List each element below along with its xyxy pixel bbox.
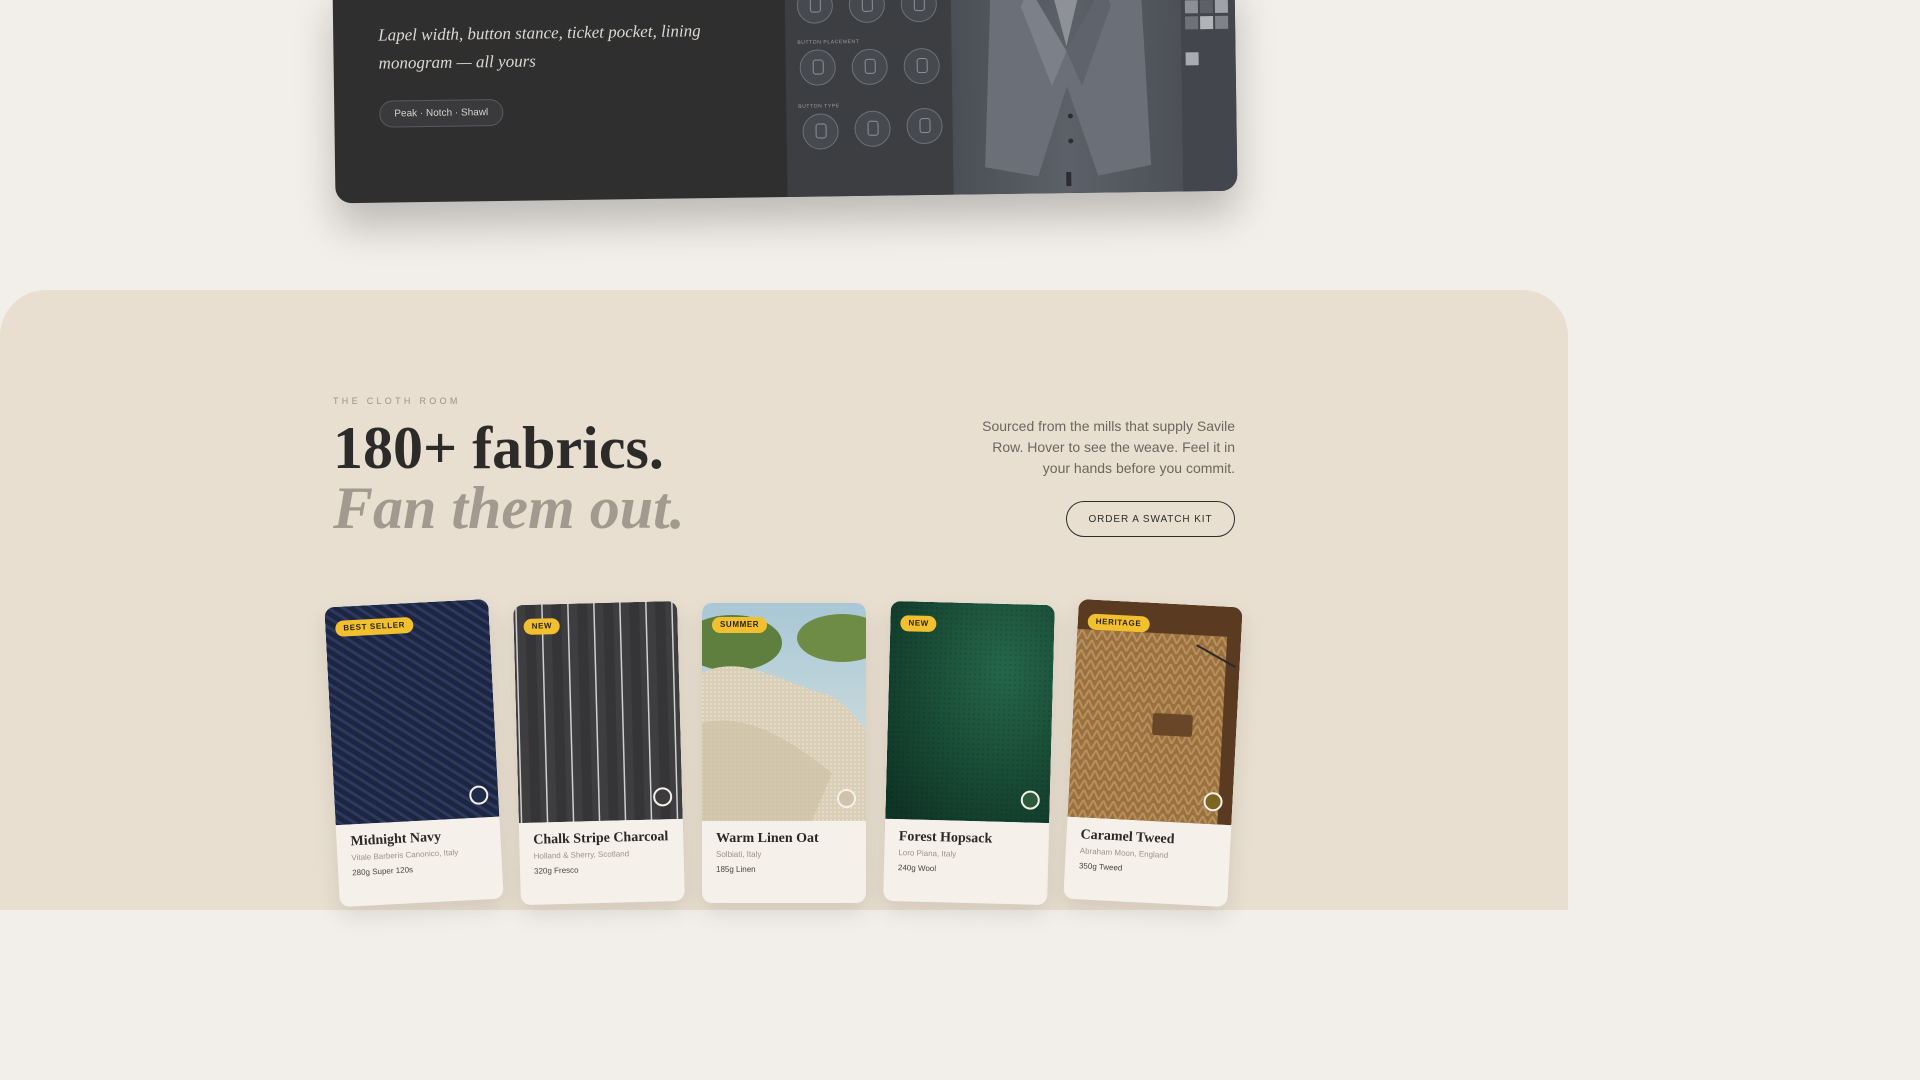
fabric-swatch-grid <box>1180 0 1238 192</box>
section-intro: Sourced from the mills that supply Savil… <box>982 418 1235 476</box>
button-placement-option[interactable] <box>799 49 836 86</box>
fabric-color-dot[interactable] <box>837 789 856 808</box>
fabric-card-midnight-navy[interactable]: BEST SELLER Midnight Navy Vitale Barberi… <box>324 598 504 908</box>
lapel-option-shawl[interactable] <box>900 0 938 23</box>
fabric-card-caramel-tweed[interactable]: HERITAGE Caramel Tweed Abraham Moon, Eng… <box>1063 598 1243 908</box>
fabric-info: Midnight Navy Vitale Barberis Canonico, … <box>336 817 503 888</box>
button-icon <box>815 123 827 139</box>
fabric-badge: SUMMER <box>712 617 768 633</box>
button-type-option[interactable] <box>854 110 891 148</box>
button-icon <box>867 120 879 136</box>
fabric-mill: Holland & Sherry, Scotland <box>533 849 630 861</box>
fabric-weight: 240g Wool <box>897 863 937 874</box>
fabric-mill: Loro Piana, Italy <box>898 848 957 859</box>
fabric-info: Chalk Stripe Charcoal Holland & Sherry, … <box>519 819 685 886</box>
tweed-photo <box>1067 598 1243 826</box>
mini-swatch[interactable] <box>1185 52 1199 66</box>
fabric-info: Caramel Tweed Abraham Moon, England 350g… <box>1064 817 1231 888</box>
linen-photo <box>702 603 866 821</box>
button-placement-icon <box>916 58 928 74</box>
mini-swatch[interactable] <box>1185 16 1199 30</box>
fabric-badge: NEW <box>900 615 938 633</box>
lapel-icon <box>809 0 821 13</box>
button-placement-option[interactable] <box>851 48 888 86</box>
mini-swatch[interactable] <box>1200 16 1214 30</box>
fabric-photo <box>1067 598 1243 826</box>
fabric-mill: Solbiati, Italy <box>716 850 762 859</box>
mini-swatch[interactable] <box>1214 0 1228 13</box>
button-type-label: BUTTON TYPE <box>798 103 840 110</box>
button-placement-label: BUTTON PLACEMENT <box>797 38 860 46</box>
suit-configurator-card: Lapel width, button stance, ticket pocke… <box>332 0 1238 204</box>
fabric-card-warm-linen-oat[interactable]: SUMMER Warm Linen Oat Solbiati, Italy 18… <box>702 603 866 903</box>
button-icon <box>919 117 931 134</box>
fabric-name: Forest Hopsack <box>898 829 993 847</box>
lapel-option-peak[interactable] <box>796 0 834 24</box>
fabric-weight: 350g Tweed <box>1078 861 1123 873</box>
fabric-info: Forest Hopsack Loro Piana, Italy 240g Wo… <box>884 819 1050 886</box>
button-type-option[interactable] <box>802 113 839 150</box>
fabric-card-chalk-stripe-charcoal[interactable]: NEW Chalk Stripe Charcoal Holland & Sher… <box>513 600 685 906</box>
fabric-name: Warm Linen Oat <box>716 831 819 846</box>
mini-swatch[interactable] <box>1215 15 1229 29</box>
jacket-illustration <box>985 0 1152 187</box>
order-swatch-kit-button[interactable]: ORDER A SWATCH KIT <box>1066 501 1235 537</box>
lapel-option-notch[interactable] <box>848 0 886 24</box>
fabric-badge: HERITAGE <box>1087 613 1150 633</box>
lapel-icon <box>913 0 925 12</box>
mini-swatch[interactable] <box>1199 0 1213 14</box>
configurator-copy: Lapel width, button stance, ticket pocke… <box>333 0 788 203</box>
fabric-info: Warm Linen Oat Solbiati, Italy 185g Line… <box>702 821 866 884</box>
lapel-icon <box>861 0 873 12</box>
fabric-weight: 280g Super 120s <box>351 865 414 878</box>
fabric-badge: NEW <box>523 617 561 635</box>
lapel-style-pill[interactable]: Peak · Notch · Shawl <box>379 98 504 128</box>
fabric-photo <box>702 603 866 821</box>
fabric-weight: 320g Fresco <box>533 865 579 876</box>
options-panel: BUTTON PLACEMENT BUTTON TYPE <box>784 0 954 197</box>
suit-preview <box>950 0 1184 195</box>
section-headline-italic: Fan them out. <box>333 475 685 541</box>
fabric-card-forest-hopsack[interactable]: NEW Forest Hopsack Loro Piana, Italy 240… <box>883 600 1055 906</box>
configurator-tagline: Lapel width, button stance, ticket pocke… <box>378 21 701 73</box>
fabric-weight: 185g Linen <box>716 865 756 874</box>
button-type-option[interactable] <box>906 107 943 145</box>
button-placement-option[interactable] <box>903 47 940 85</box>
mini-swatch[interactable] <box>1184 0 1198 14</box>
fabric-name: Chalk Stripe Charcoal <box>533 829 669 848</box>
section-headline: 180+ fabrics. <box>333 415 664 481</box>
button-placement-icon <box>864 58 876 74</box>
section-eyebrow: THE CLOTH ROOM <box>333 396 461 406</box>
button-placement-icon <box>812 59 824 75</box>
